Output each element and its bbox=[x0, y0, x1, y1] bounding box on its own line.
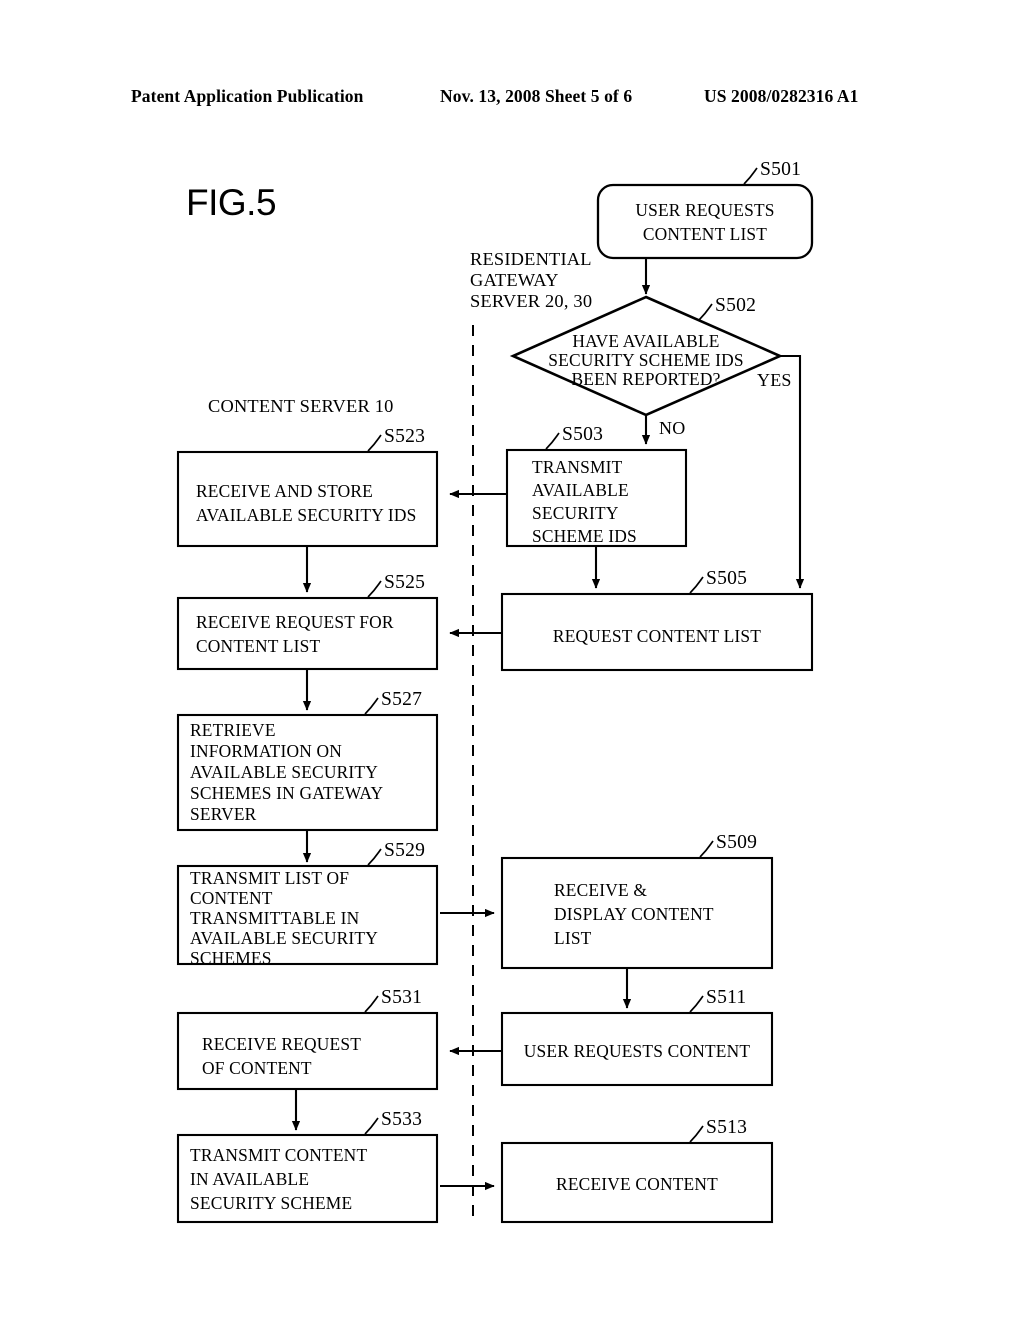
node-S529-line-1: CONTENT bbox=[190, 888, 273, 908]
node-S529-id: S529 bbox=[384, 840, 425, 861]
node-S503-line-0: TRANSMIT bbox=[532, 457, 623, 477]
lane-label-cs-line-0: CONTENT SERVER 10 bbox=[208, 396, 394, 416]
node-S527-line-1: INFORMATION ON bbox=[190, 741, 342, 761]
node-S509-id: S509 bbox=[716, 832, 757, 853]
node-S527-line-4: SERVER bbox=[190, 804, 257, 824]
node-S502-id: S502 bbox=[715, 295, 756, 316]
lane-label-rgs-line-1: GATEWAY bbox=[470, 270, 559, 290]
node-S503-id: S503 bbox=[562, 424, 603, 445]
branch-label-no: NO bbox=[659, 418, 685, 438]
node-S511-id: S511 bbox=[706, 987, 746, 1008]
node-S501-shape bbox=[596, 183, 814, 260]
node-S511: USER REQUESTS CONTENT S511 bbox=[500, 987, 774, 1087]
lane-label-residential-gateway-server: RESIDENTIAL GATEWAY SERVER 20, 30 bbox=[470, 249, 592, 311]
node-S503-line-3: SCHEME IDS bbox=[532, 526, 637, 546]
node-S502-line-1: SECURITY SCHEME IDS bbox=[548, 350, 743, 370]
node-S523-line-0: RECEIVE AND STORE bbox=[196, 481, 373, 501]
node-S501-line-0: USER REQUESTS bbox=[635, 200, 774, 220]
node-S531-leader bbox=[364, 995, 379, 1013]
node-S509-line-1: DISPLAY CONTENT bbox=[554, 904, 714, 924]
node-S527-line-0: RETRIEVE bbox=[190, 720, 276, 740]
node-S505-id: S505 bbox=[706, 568, 747, 589]
node-S505-leader bbox=[689, 576, 704, 594]
node-S525-leader bbox=[367, 580, 382, 598]
node-S525-id: S525 bbox=[384, 572, 425, 593]
node-S501: USER REQUESTS CONTENT LIST S501 bbox=[596, 159, 814, 260]
node-S502-line-0: HAVE AVAILABLE bbox=[572, 331, 719, 351]
node-S505: REQUEST CONTENT LIST S505 bbox=[500, 568, 814, 672]
node-S513: RECEIVE CONTENT S513 bbox=[500, 1117, 774, 1224]
node-S509-line-2: LIST bbox=[554, 928, 592, 948]
node-S511-line-0: USER REQUESTS CONTENT bbox=[524, 1041, 751, 1061]
branch-label-yes: YES bbox=[757, 370, 792, 390]
node-S502-line-2: BEEN REPORTED? bbox=[571, 369, 720, 389]
lane-label-content-server: CONTENT SERVER 10 bbox=[208, 396, 394, 416]
node-S501-line-1: CONTENT LIST bbox=[643, 224, 767, 244]
node-S527-id: S527 bbox=[381, 689, 422, 710]
node-S523-leader bbox=[367, 434, 382, 452]
node-S525-line-1: CONTENT LIST bbox=[196, 636, 320, 656]
node-S503-line-1: AVAILABLE bbox=[532, 480, 629, 500]
node-S509-leader bbox=[699, 840, 714, 858]
node-S527-line-2: AVAILABLE SECURITY bbox=[190, 762, 378, 782]
node-S501-id: S501 bbox=[760, 159, 801, 180]
node-S501-leader bbox=[743, 167, 758, 185]
node-S531-id: S531 bbox=[381, 987, 422, 1008]
node-S527-leader bbox=[364, 697, 379, 715]
node-S525-line-0: RECEIVE REQUEST FOR bbox=[196, 612, 394, 632]
node-S533-leader bbox=[364, 1117, 379, 1135]
node-S503: TRANSMIT AVAILABLE SECURITY SCHEME IDS S… bbox=[505, 424, 688, 548]
node-S503-leader bbox=[545, 432, 560, 450]
edge-S502-yes-to-S505 bbox=[780, 354, 805, 589]
node-S529-line-0: TRANSMIT LIST OF bbox=[190, 868, 349, 888]
node-S533-id: S533 bbox=[381, 1109, 422, 1130]
node-S523: RECEIVE AND STORE AVAILABLE SECURITY IDS… bbox=[176, 426, 439, 548]
node-S502-leader bbox=[698, 303, 713, 321]
patent-figure-page: Patent Application Publication Nov. 13, … bbox=[0, 0, 1024, 1320]
lane-label-rgs-line-0: RESIDENTIAL bbox=[470, 249, 592, 269]
node-S523-line-1: AVAILABLE SECURITY IDS bbox=[196, 505, 417, 525]
node-S529-line-4: SCHEMES bbox=[190, 948, 272, 968]
node-S529-leader bbox=[367, 848, 382, 866]
node-S529-line-2: TRANSMITTABLE IN bbox=[190, 908, 360, 928]
node-S529-line-3: AVAILABLE SECURITY bbox=[190, 928, 378, 948]
node-S509-line-0: RECEIVE & bbox=[554, 880, 647, 900]
node-S523-id: S523 bbox=[384, 426, 425, 447]
node-S513-id: S513 bbox=[706, 1117, 747, 1138]
node-S509: RECEIVE & DISPLAY CONTENT LIST S509 bbox=[500, 832, 774, 970]
node-S533-line-1: IN AVAILABLE bbox=[190, 1169, 309, 1189]
flowchart-diagram: RESIDENTIAL GATEWAY SERVER 20, 30 CONTEN… bbox=[176, 159, 814, 1224]
node-S533: TRANSMIT CONTENT IN AVAILABLE SECURITY S… bbox=[176, 1109, 439, 1224]
node-S513-leader bbox=[689, 1125, 704, 1143]
node-S513-line-0: RECEIVE CONTENT bbox=[556, 1174, 718, 1194]
node-S503-line-2: SECURITY bbox=[532, 503, 619, 523]
node-S531: RECEIVE REQUEST OF CONTENT S531 bbox=[176, 987, 439, 1091]
node-S505-line-0: REQUEST CONTENT LIST bbox=[553, 626, 761, 646]
node-S502: HAVE AVAILABLE SECURITY SCHEME IDS BEEN … bbox=[509, 295, 784, 417]
node-S527-line-3: SCHEMES IN GATEWAY bbox=[190, 783, 384, 803]
node-S525-shape bbox=[176, 596, 439, 671]
node-S511-leader bbox=[689, 995, 704, 1013]
node-S527: RETRIEVE INFORMATION ON AVAILABLE SECURI… bbox=[176, 689, 439, 832]
node-S533-line-2: SECURITY SCHEME bbox=[190, 1193, 352, 1213]
node-S533-line-0: TRANSMIT CONTENT bbox=[190, 1145, 367, 1165]
node-S531-line-0: RECEIVE REQUEST bbox=[202, 1034, 361, 1054]
lane-label-rgs-line-2: SERVER 20, 30 bbox=[470, 291, 592, 311]
node-S531-line-1: OF CONTENT bbox=[202, 1058, 312, 1078]
